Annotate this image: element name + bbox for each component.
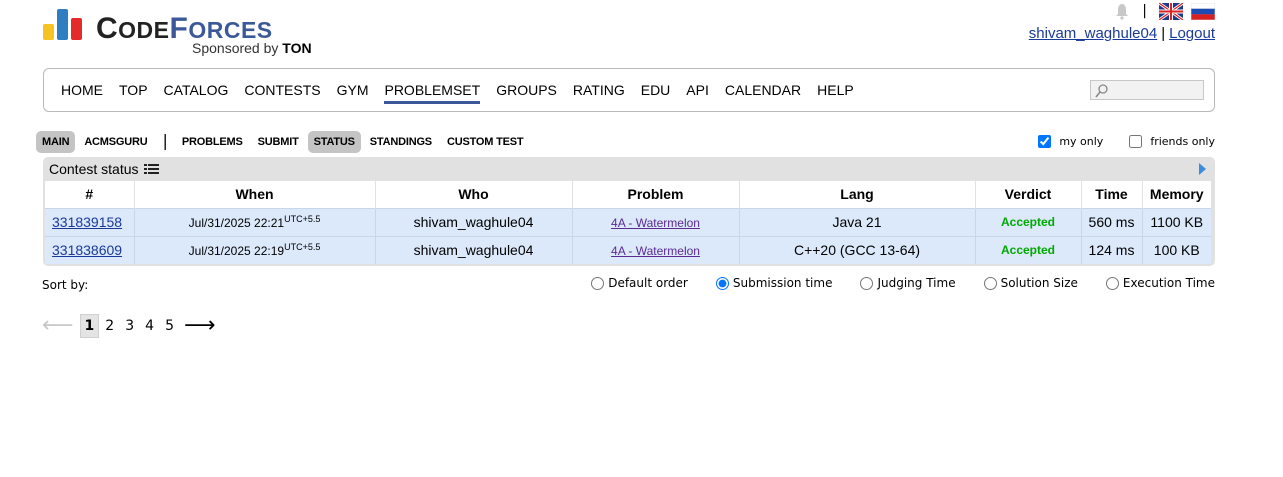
logout-link[interactable]: Logout (1169, 25, 1215, 42)
menu-catalog[interactable]: CATALOG (164, 82, 229, 104)
submission-lang: Java 21 (739, 207, 976, 236)
col-who-header: Who (375, 181, 573, 208)
tab-submit[interactable]: SUBMIT (252, 131, 305, 153)
submission-time: 124 ms (1081, 235, 1143, 264)
status-table: # When Who Problem Lang Verdict Time Mem… (45, 181, 1211, 264)
status-table-header: # When Who Problem Lang Verdict Time Mem… (45, 181, 1211, 208)
problem-link[interactable]: 4A - Watermelon (611, 216, 700, 230)
verdict-accepted: Accepted (975, 207, 1082, 236)
user-links: shivam_waghule04 | Logout (1029, 25, 1215, 42)
menu-help[interactable]: HELP (817, 82, 854, 104)
col-verdict-header: Verdict (975, 181, 1082, 208)
menu-edu[interactable]: EDU (641, 82, 671, 104)
sort-size-radio[interactable] (983, 276, 997, 290)
tab-status[interactable]: STATUS (307, 131, 361, 153)
menu-home[interactable]: HOME (61, 82, 103, 104)
col-memory-header: Memory (1149, 186, 1204, 203)
bell-icon[interactable] (1114, 2, 1130, 20)
tab-main[interactable]: MAIN (36, 131, 76, 153)
search-icon (1095, 84, 1108, 98)
sort-default-radio[interactable] (591, 276, 605, 290)
sort-default-order[interactable]: Default order (591, 276, 688, 290)
profile-link[interactable]: shivam_waghule04 (1029, 25, 1157, 42)
page-2[interactable]: 2 (100, 316, 119, 336)
status-title: Contest status (49, 161, 159, 177)
submission-memory: 1100 KB (1142, 207, 1211, 236)
col-problem-header: Problem (572, 181, 740, 208)
tab-acmsguru[interactable]: ACMSGURU (78, 131, 153, 153)
sort-options: Default order Submission time Judging Ti… (563, 276, 1215, 290)
second-menu: MAIN ACMSGURU | PROBLEMS SUBMIT STATUS S… (36, 131, 532, 153)
my-only-label: my only (1059, 135, 1104, 148)
tab-problems[interactable]: PROBLEMS (176, 131, 249, 153)
top-icons: | (1114, 2, 1215, 20)
contest-status-box: Contest status # When Who Problem Lang V… (43, 157, 1215, 266)
submission-lang: C++20 (GCC 13-64) (739, 235, 976, 264)
sort-submission-radio[interactable] (715, 276, 729, 290)
sort-judging-radio[interactable] (860, 276, 874, 290)
prev-page-arrow-icon: ⟵ (42, 313, 74, 338)
page-5[interactable]: 5 (160, 316, 179, 336)
menu-calendar[interactable]: CALENDAR (725, 82, 801, 104)
page-1[interactable]: 1 (79, 314, 100, 338)
menu-rating[interactable]: RATING (573, 82, 625, 104)
problem-link[interactable]: 4A - Watermelon (611, 244, 700, 258)
submission-id-link[interactable]: 331839158 (52, 214, 122, 230)
col-id-header: # (45, 181, 135, 208)
search-box (1090, 80, 1204, 101)
english-flag-icon[interactable] (1159, 2, 1183, 20)
col-lang-header: Lang (739, 181, 976, 208)
submission-who[interactable]: shivam_waghule04 (375, 207, 573, 236)
my-only-checkbox[interactable] (1038, 135, 1052, 148)
my-only-filter[interactable]: my only (1038, 135, 1103, 148)
menu-contests[interactable]: CONTESTS (244, 82, 320, 104)
verdict-accepted: Accepted (975, 235, 1082, 264)
tab-standings[interactable]: STANDINGS (364, 131, 438, 153)
user-links-separator: | (1161, 25, 1166, 42)
menu-api[interactable]: API (686, 82, 709, 104)
menu-problemset[interactable]: PROBLEMSET (384, 82, 481, 104)
second-menu-separator: | (162, 130, 168, 150)
expand-arrow-icon[interactable] (1198, 163, 1207, 175)
codeforces-logo[interactable]: CODEFORCES Sponsored by TON (42, 8, 322, 58)
submission-when: Jul/31/2025 22:19UTC+5.5 (134, 235, 376, 264)
sort-solution-size[interactable]: Solution Size (983, 276, 1078, 290)
submission-who[interactable]: shivam_waghule04 (375, 235, 573, 264)
next-page-arrow-icon[interactable]: ⟶ (184, 315, 216, 337)
friends-only-checkbox[interactable] (1129, 135, 1143, 148)
sort-execution-time[interactable]: Execution Time (1105, 276, 1215, 290)
submission-when: Jul/31/2025 22:21UTC+5.5 (134, 207, 376, 236)
col-when-header: When (134, 181, 376, 208)
status-title-text: Contest status (49, 161, 139, 177)
tab-custom-test[interactable]: CUSTOM TEST (441, 131, 529, 153)
sort-by-label: Sort by: (42, 278, 89, 292)
submission-memory: 100 KB (1142, 235, 1211, 264)
page-4[interactable]: 4 (140, 316, 159, 336)
sort-judging-time[interactable]: Judging Time (860, 276, 956, 290)
list-icon[interactable] (143, 163, 159, 175)
pagination: ⟵ 1 2 3 4 5 ⟶ (42, 314, 222, 338)
friends-only-label: friends only (1150, 135, 1215, 148)
menu-groups[interactable]: GROUPS (496, 82, 557, 104)
submission-id-link[interactable]: 331838609 (52, 242, 122, 258)
col-time-header: Time (1081, 181, 1143, 208)
status-filters: my only friends only (1012, 135, 1215, 148)
table-row: 331839158 Jul/31/2025 22:21UTC+5.5 shiva… (45, 207, 1211, 236)
sponsor-text: Sponsored by TON (192, 40, 312, 56)
menu-top[interactable]: TOP (119, 82, 148, 104)
russian-flag-icon[interactable] (1191, 2, 1215, 20)
header-separator: | (1142, 3, 1147, 19)
submission-time: 560 ms (1081, 207, 1143, 236)
menu-gym[interactable]: GYM (337, 82, 369, 104)
page-3[interactable]: 3 (120, 316, 139, 336)
sort-submission-time[interactable]: Submission time (715, 276, 832, 290)
friends-only-filter[interactable]: friends only (1129, 135, 1215, 148)
main-menu: HOME TOP CATALOG CONTESTS GYM PROBLEMSET… (43, 68, 1215, 112)
sort-execution-radio[interactable] (1105, 276, 1119, 290)
table-row: 331838609 Jul/31/2025 22:19UTC+5.5 shiva… (45, 235, 1211, 264)
